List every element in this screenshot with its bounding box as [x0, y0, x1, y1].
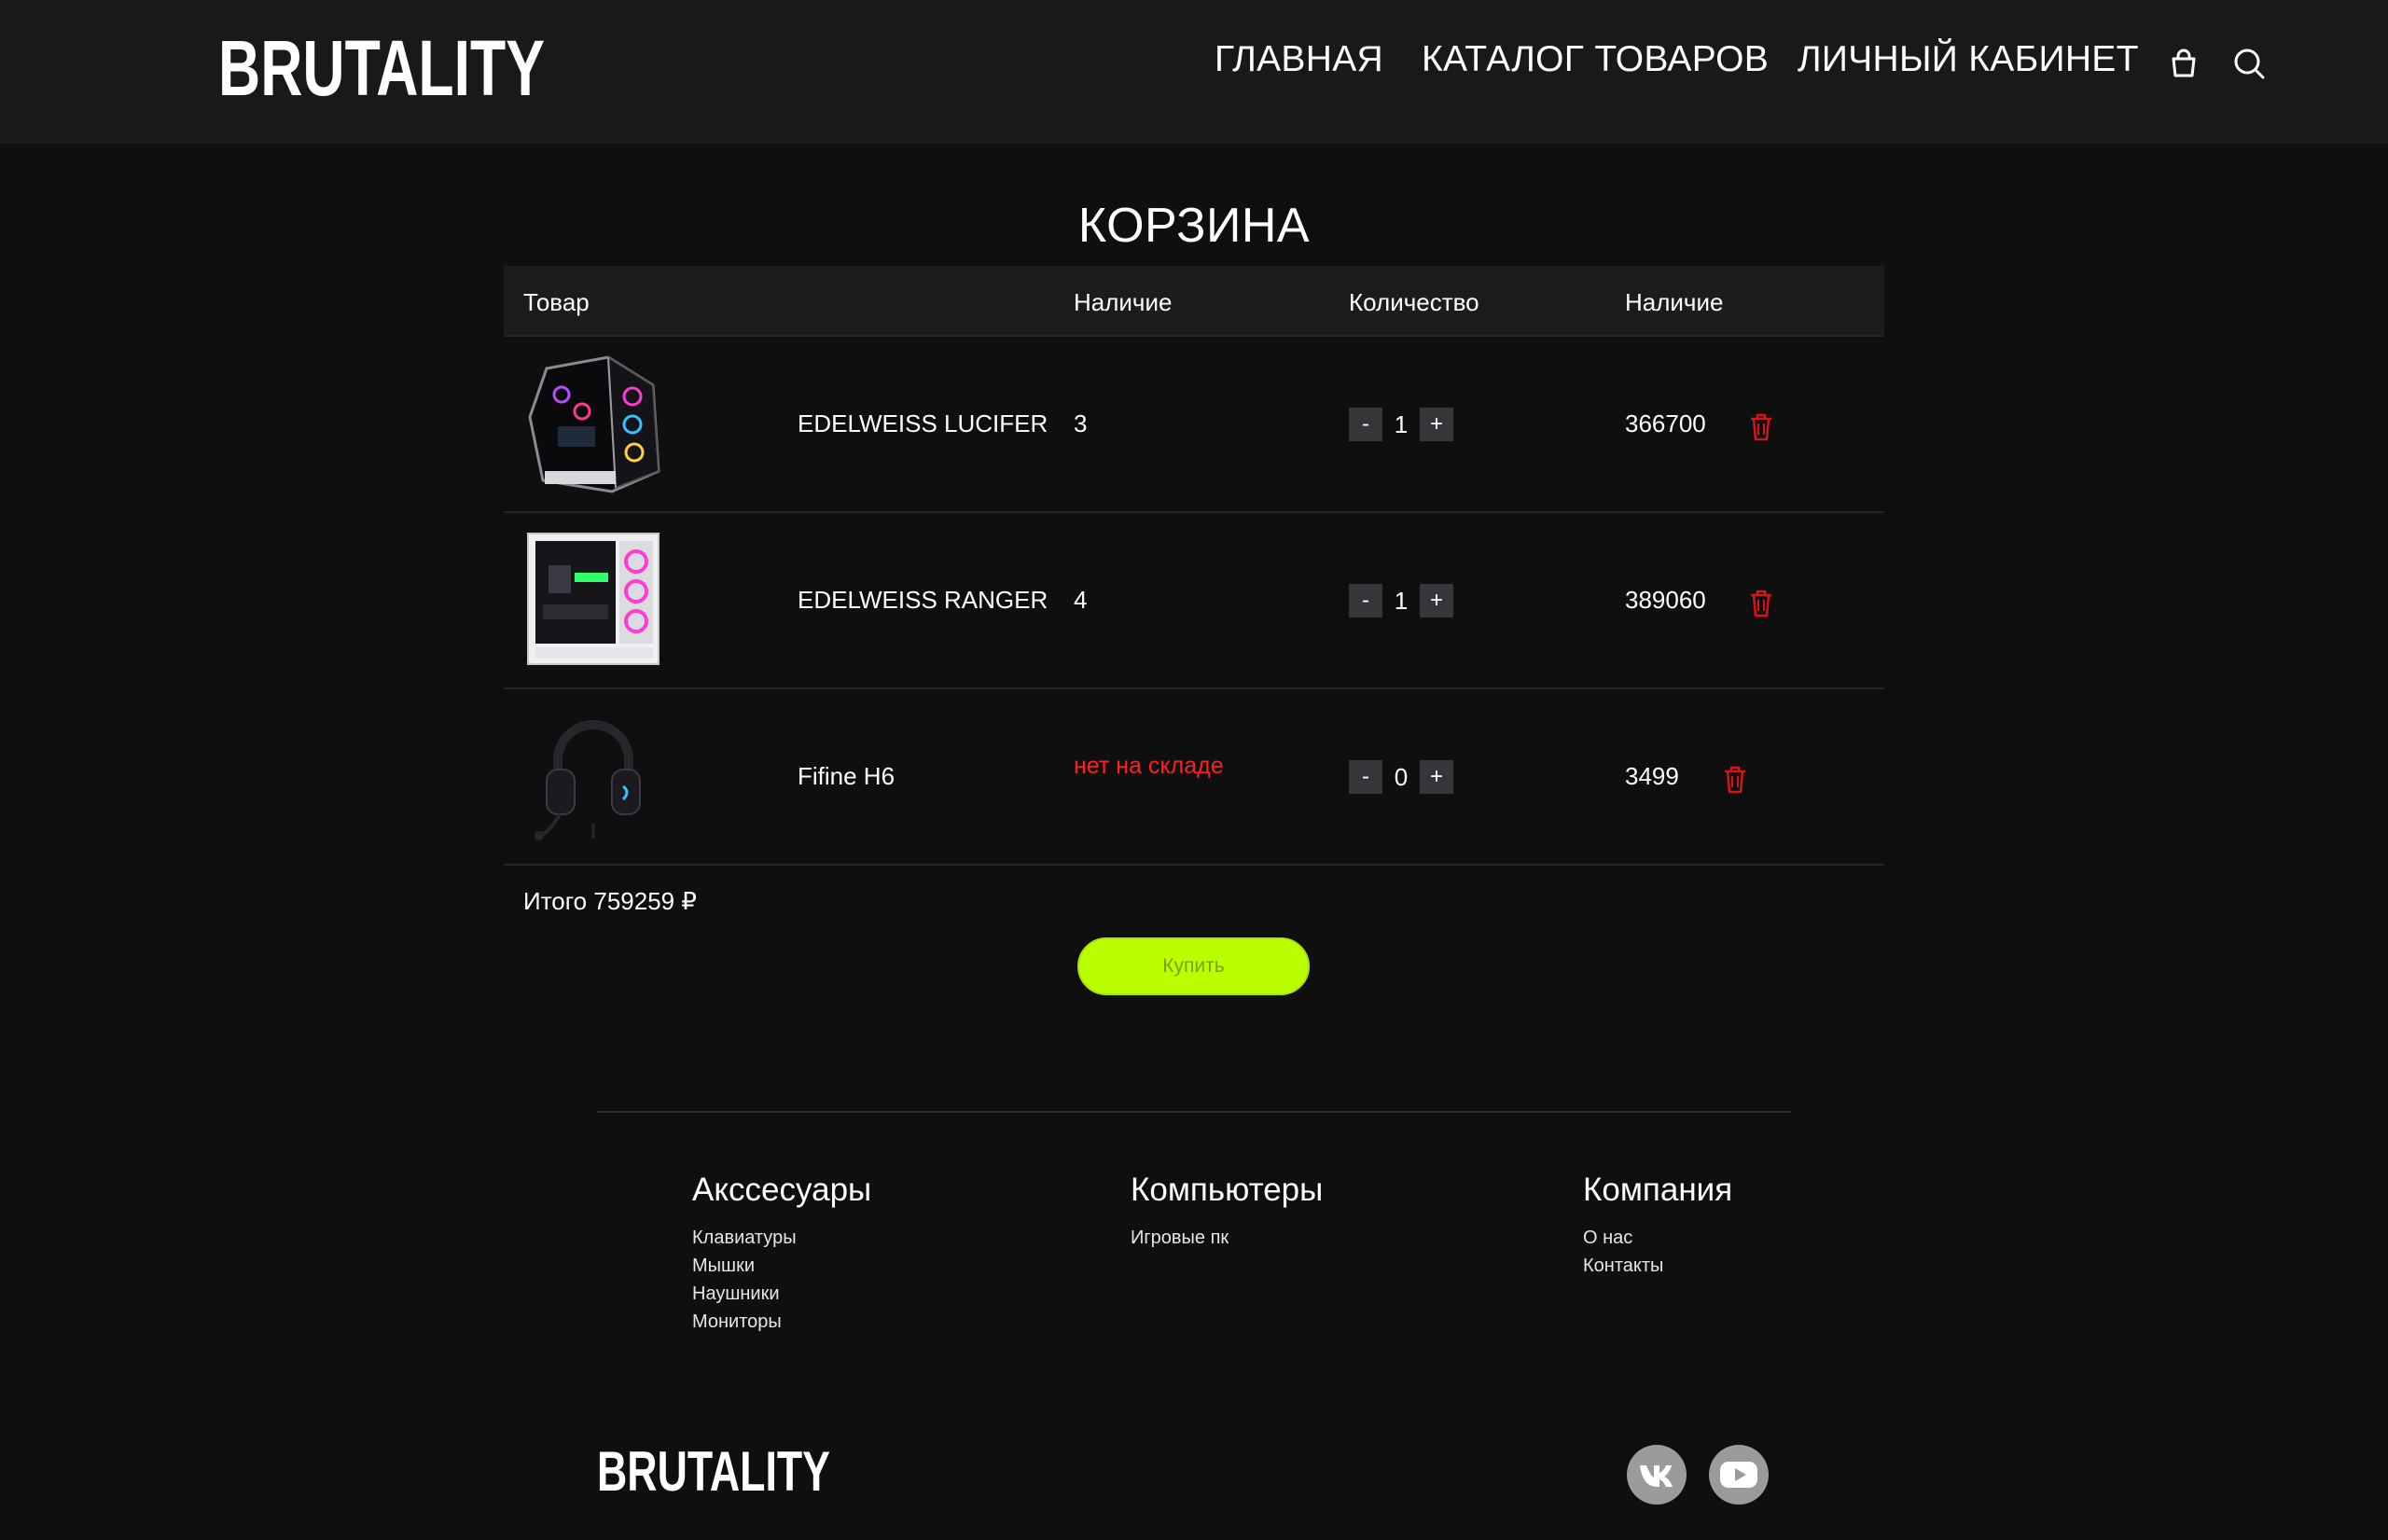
quantity-increase-button[interactable]: + — [1420, 760, 1453, 794]
column-header-price: Наличие — [1625, 288, 1724, 316]
site-header: BRUTALITY ГЛАВНАЯ КАТАЛОГ ТОВАРОВ ЛИЧНЫЙ… — [0, 0, 2388, 144]
footer-column-company: Компания О нас Контакты — [1583, 1172, 1732, 1280]
brutality-logo[interactable]: BRUTALITY — [218, 26, 545, 112]
table-row: EDELWEISS RANGER 4 - 1 + 389060 — [504, 513, 1884, 689]
nav-account[interactable]: ЛИЧНЫЙ КАБИНЕТ — [1798, 39, 2139, 80]
footer-column-accessories: Акссесуары Клавиатуры Мышки Наушники Мон… — [692, 1172, 871, 1336]
delete-trash-icon[interactable] — [1721, 764, 1749, 794]
quantity-stepper: - 1 + — [1349, 583, 1453, 618]
table-header: Товар Наличие Количество Наличие — [504, 266, 1884, 337]
table-row: Fifine H6 нет на складе - 0 + 3499 — [504, 689, 1884, 866]
product-price: 3499 — [1625, 762, 1679, 790]
column-header-stock: Наличие — [1074, 288, 1173, 316]
footer-brutality-logo[interactable]: BRUTALITY — [597, 1440, 830, 1502]
product-stock: 4 — [1074, 586, 1088, 614]
column-header-product: Товар — [523, 288, 590, 316]
footer-link-monitors[interactable]: Мониторы — [692, 1308, 871, 1336]
quantity-stepper: - 1 + — [1349, 407, 1453, 442]
footer-link-mice[interactable]: Мышки — [692, 1252, 871, 1280]
page-title: КОРЗИНА — [1077, 199, 1311, 253]
product-image-headphones[interactable] — [522, 704, 664, 846]
product-price: 389060 — [1625, 586, 1706, 614]
product-image-lucifer[interactable] — [522, 352, 664, 493]
quantity-increase-button[interactable]: + — [1420, 408, 1453, 441]
footer-link-gaming-pc[interactable]: Игровые пк — [1131, 1224, 1323, 1252]
search-icon[interactable] — [2231, 46, 2267, 81]
footer-column-computers: Компьютеры Игровые пк — [1131, 1172, 1323, 1252]
footer-link-contacts[interactable]: Контакты — [1583, 1252, 1732, 1280]
vk-icon[interactable] — [1627, 1445, 1687, 1505]
product-name[interactable]: EDELWEISS RANGER — [798, 586, 1048, 615]
footer-column-title: Акссесуары — [692, 1172, 872, 1208]
nav-home[interactable]: ГЛАВНАЯ — [1215, 39, 1383, 80]
delete-trash-icon[interactable] — [1747, 411, 1775, 441]
product-name[interactable]: EDELWEISS LUCIFER — [798, 409, 1048, 438]
footer-divider — [597, 1111, 1791, 1113]
delete-trash-icon[interactable] — [1747, 588, 1775, 617]
product-price: 366700 — [1625, 409, 1706, 437]
quantity-decrease-button[interactable]: - — [1349, 584, 1382, 617]
quantity-decrease-button[interactable]: - — [1349, 760, 1382, 794]
footer-link-keyboards[interactable]: Клавиатуры — [692, 1224, 871, 1252]
product-name[interactable]: Fifine H6 — [798, 762, 895, 791]
footer-link-headphones[interactable]: Наушники — [692, 1280, 871, 1308]
footer-column-title: Компания — [1583, 1172, 1733, 1208]
quantity-value: 1 — [1394, 409, 1409, 438]
logo-text: BRUTALITY — [218, 26, 545, 112]
quantity-value: 0 — [1394, 762, 1409, 791]
footer-column-title: Компьютеры — [1131, 1172, 1324, 1208]
product-stock: 3 — [1074, 409, 1088, 437]
quantity-stepper: - 0 + — [1349, 759, 1453, 795]
youtube-icon[interactable] — [1709, 1445, 1769, 1505]
footer-logo-text: BRUTALITY — [597, 1440, 830, 1502]
nav-catalog[interactable]: КАТАЛОГ ТОВАРОВ — [1422, 39, 1769, 80]
product-stock-out: нет на складе — [1074, 753, 1224, 779]
cart-table: Товар Наличие Количество Наличие EDELWEI… — [504, 266, 1884, 866]
product-image-ranger[interactable] — [522, 528, 664, 670]
buy-button[interactable]: Купить — [1077, 937, 1310, 995]
cart-icon[interactable] — [2166, 46, 2201, 81]
cart-total: Итого 759259 ₽ — [523, 887, 697, 915]
footer-link-about[interactable]: О нас — [1583, 1224, 1732, 1252]
table-row: EDELWEISS LUCIFER 3 - 1 + 366700 — [504, 337, 1884, 513]
quantity-increase-button[interactable]: + — [1420, 584, 1453, 617]
column-header-quantity: Количество — [1349, 288, 1479, 316]
quantity-decrease-button[interactable]: - — [1349, 408, 1382, 441]
quantity-value: 1 — [1394, 586, 1409, 615]
